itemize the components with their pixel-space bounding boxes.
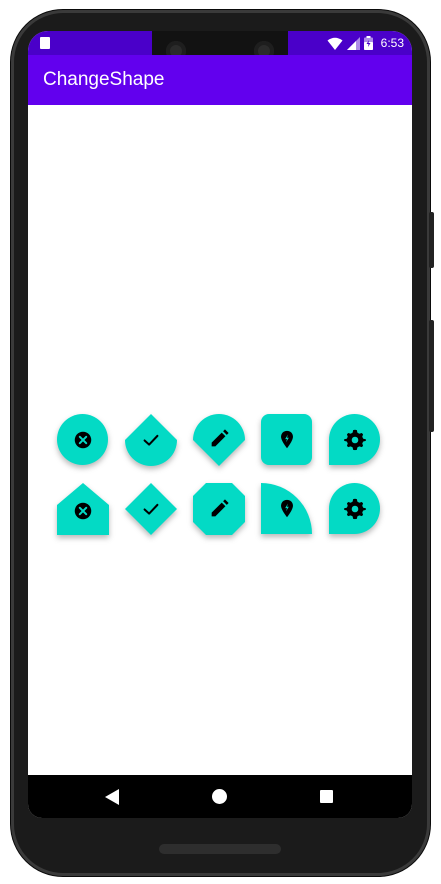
edit-icon bbox=[211, 429, 229, 447]
location-icon bbox=[280, 499, 293, 517]
battery-icon bbox=[363, 36, 373, 50]
fab-check-diamond-2[interactable] bbox=[125, 483, 177, 535]
fab-location-quarter[interactable] bbox=[261, 483, 312, 534]
fab-edit-cut[interactable] bbox=[193, 414, 245, 466]
recents-icon[interactable] bbox=[320, 790, 333, 803]
settings-icon bbox=[343, 498, 366, 519]
home-icon[interactable] bbox=[212, 789, 227, 804]
fab-cancel-circle[interactable] bbox=[57, 414, 108, 465]
volume-button bbox=[429, 320, 434, 432]
app-bar: ChangeShape bbox=[28, 55, 412, 105]
cancel-icon bbox=[74, 502, 92, 520]
fab-edit-octagon[interactable] bbox=[193, 483, 245, 535]
cancel-icon bbox=[74, 431, 91, 448]
fab-check-diamond[interactable] bbox=[125, 414, 177, 466]
bottom-speaker-grille bbox=[159, 844, 281, 854]
app-title: ChangeShape bbox=[43, 69, 165, 90]
status-time: 6:53 bbox=[380, 36, 404, 50]
fab-settings-teardrop[interactable] bbox=[329, 414, 380, 465]
navigation-bar bbox=[28, 775, 412, 818]
settings-icon bbox=[343, 429, 366, 450]
sd-card-icon bbox=[40, 37, 50, 49]
back-icon[interactable] bbox=[105, 789, 119, 805]
wifi-icon bbox=[327, 37, 343, 50]
check-icon bbox=[143, 503, 159, 515]
check-icon bbox=[143, 434, 159, 446]
location-icon bbox=[280, 430, 293, 448]
fab-location-rounded[interactable] bbox=[261, 414, 312, 465]
status-icons: 6:53 bbox=[327, 35, 404, 51]
power-button bbox=[429, 212, 434, 268]
screen: 6:53 ChangeShape bbox=[28, 31, 412, 818]
fab-settings-teardrop-2[interactable] bbox=[329, 483, 380, 534]
fab-grid bbox=[28, 105, 412, 775]
fab-cancel-pentagon[interactable] bbox=[57, 483, 109, 535]
edit-icon bbox=[211, 499, 229, 517]
signal-icon bbox=[346, 36, 360, 50]
